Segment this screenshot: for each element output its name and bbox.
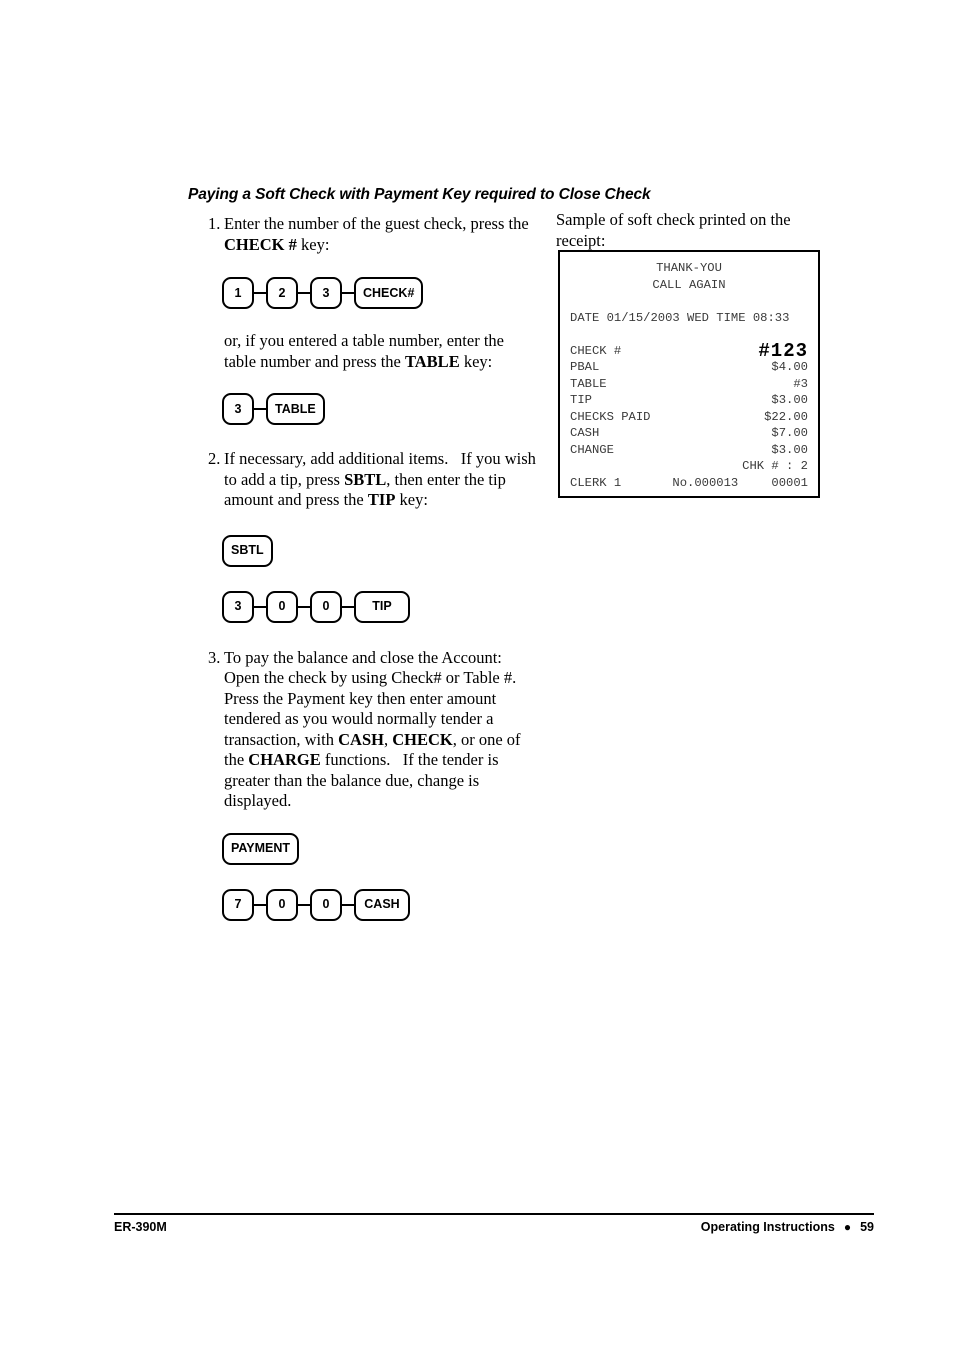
receipt-row: TIP $3.00 xyxy=(570,392,808,409)
key-table[interactable]: TABLE xyxy=(266,393,325,425)
receipt-header-line-1: THANK-YOU xyxy=(656,261,722,275)
receipt-row: TABLE #3 xyxy=(570,376,808,393)
receipt-row-label: CASH xyxy=(570,426,600,440)
key-connector xyxy=(298,903,310,906)
key-sequence-table-number: 3 TABLE xyxy=(222,393,540,425)
instructions-column: 1. Enter the number of the guest check, … xyxy=(188,214,540,921)
key-tip[interactable]: TIP xyxy=(354,590,410,623)
receipt-caption: Sample of soft check printed on the rece… xyxy=(556,210,791,250)
key-sequence-subtotal: SBTL xyxy=(222,534,540,567)
footer-page-number: 59 xyxy=(860,1220,874,1234)
key-connector xyxy=(254,292,266,294)
key-0[interactable]: 0 xyxy=(266,590,298,623)
receipt-row-value: #3 xyxy=(793,376,808,391)
receipt-row-label: TABLE xyxy=(570,376,607,391)
receipt-clerk: CLERK 1 xyxy=(570,475,622,490)
key-cash[interactable]: CASH xyxy=(354,888,410,921)
key-connector xyxy=(342,292,354,294)
step-2-text: If necessary, add additional items. If y… xyxy=(224,449,536,509)
receipt-row: PBAL $4.00 xyxy=(570,359,808,376)
key-sequence-check-number: 1 2 3 CHECK# xyxy=(222,277,540,309)
page-footer: ER-390M Operating Instructions ● 59 xyxy=(114,1220,874,1234)
key-3[interactable]: 3 xyxy=(222,393,254,425)
key-connector xyxy=(254,408,266,410)
key-connector xyxy=(342,903,354,906)
key-payment[interactable]: PAYMENT xyxy=(222,832,300,865)
receipt-row-label: CHANGE xyxy=(570,442,614,457)
receipt-register-no: 00001 xyxy=(771,475,808,490)
receipt-check-number-value: #123 xyxy=(758,339,808,362)
key-3[interactable]: 3 xyxy=(310,277,342,309)
step-3: 3. To pay the balance and close the Acco… xyxy=(188,648,540,812)
receipt-row-value: $22.00 xyxy=(764,409,808,424)
receipt-row-label: TIP xyxy=(570,393,592,407)
receipt-row-label: PBAL xyxy=(570,360,600,374)
receipt-check-number-label: CHECK # xyxy=(570,343,622,358)
key-0[interactable]: 0 xyxy=(310,888,342,921)
step-1-text: Enter the number of the guest check, pre… xyxy=(224,214,529,254)
key-sequence-tip-amount: 3 0 0 TIP xyxy=(222,590,540,623)
manual-page: Paying a Soft Check with Payment Key req… xyxy=(0,0,954,1351)
receipt-row: CHANGE $3.00 xyxy=(570,442,808,459)
key-1[interactable]: 1 xyxy=(222,277,254,309)
key-sbtl[interactable]: SBTL xyxy=(222,534,273,567)
step-1: 1. Enter the number of the guest check, … xyxy=(188,214,540,255)
key-3[interactable]: 3 xyxy=(222,590,254,623)
key-connector xyxy=(254,605,266,608)
receipt-row-value: $3.00 xyxy=(771,442,808,457)
receipt-check-number-row: CHECK # #123 xyxy=(570,339,808,362)
receipt-row-value: $7.00 xyxy=(771,426,808,440)
footer-bullet-icon: ● xyxy=(843,1220,852,1234)
page-title: Paying a Soft Check with Payment Key req… xyxy=(188,186,651,203)
footer-right-group: Operating Instructions ● 59 xyxy=(701,1220,874,1234)
key-connector xyxy=(254,903,266,906)
key-check-number[interactable]: CHECK# xyxy=(354,277,424,309)
receipt-spacer xyxy=(570,293,808,310)
step-3-number: 3. xyxy=(208,647,221,667)
receipt-sample: THANK-YOU CALL AGAIN DATE 01/15/2003 WED… xyxy=(558,250,820,498)
key-connector xyxy=(342,605,354,608)
key-sequence-payment: PAYMENT xyxy=(222,832,540,865)
key-7[interactable]: 7 xyxy=(222,888,254,921)
footer-divider xyxy=(114,1213,874,1215)
step-2-number: 2. xyxy=(208,449,221,468)
key-2[interactable]: 2 xyxy=(266,277,298,309)
receipt-datetime: DATE 01/15/2003 WED TIME 08:33 xyxy=(570,310,790,325)
receipt-header-line-2: CALL AGAIN xyxy=(652,277,726,292)
receipt-row-value: $4.00 xyxy=(771,360,808,374)
receipt-row-value: $3.00 xyxy=(771,393,808,407)
step-1-number: 1. xyxy=(208,214,221,233)
alt-table-paragraph: or, if you entered a table number, enter… xyxy=(224,331,504,371)
receipt-footer: CLERK 1 No.000013 00001 xyxy=(570,475,808,492)
receipt-chk-line: CHK # : 2 xyxy=(742,459,808,473)
receipt-consecutive-no: No.000013 xyxy=(672,475,739,490)
step-2: 2. If necessary, add additional items. I… xyxy=(188,449,540,511)
step-3-text: To pay the balance and close the Account… xyxy=(224,647,525,811)
receipt-row-label: CHECKS PAID xyxy=(570,409,651,424)
receipt-row: CHECKS PAID $22.00 xyxy=(570,409,808,426)
key-connector xyxy=(298,292,310,294)
footer-section-label: Operating Instructions xyxy=(700,1220,835,1234)
footer-model: ER-390M xyxy=(114,1220,167,1234)
key-connector xyxy=(298,605,310,608)
receipt-row: CASH $7.00 xyxy=(570,425,808,442)
key-sequence-cash-tender: 7 0 0 CASH xyxy=(222,888,540,921)
key-0[interactable]: 0 xyxy=(266,888,298,921)
key-0[interactable]: 0 xyxy=(310,590,342,623)
